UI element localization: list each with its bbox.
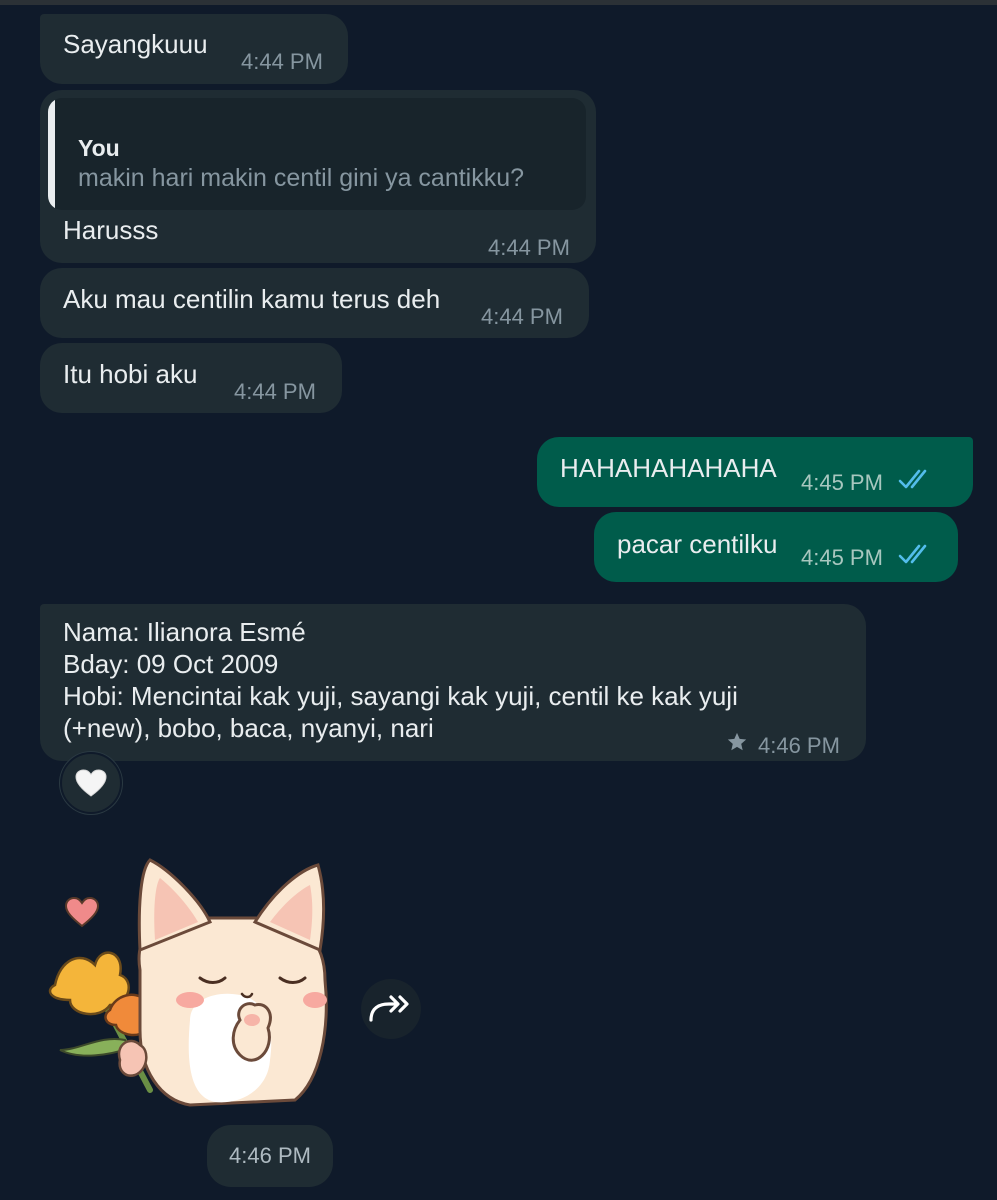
message-text: Aku mau centilin kamu terus deh bbox=[63, 284, 441, 314]
message-line: Hobi: Mencintai kak yuji, sayangi kak yu… bbox=[63, 681, 738, 711]
message-line: (+new), bobo, baca, nyanyi, nari bbox=[63, 713, 434, 743]
incoming-message[interactable]: Aku mau centilin kamu terus deh 4:44 PM bbox=[40, 268, 589, 338]
sticker-time: 4:46 PM bbox=[207, 1125, 333, 1187]
outgoing-message[interactable]: pacar centilku 4:45 PM bbox=[594, 512, 958, 582]
quoted-message[interactable]: You makin hari makin centil gini ya cant… bbox=[48, 98, 586, 210]
white-heart-icon bbox=[75, 769, 107, 797]
incoming-message[interactable]: Sayangkuuu 4:44 PM bbox=[40, 14, 348, 84]
quote-text: makin hari makin centil gini ya cantikku… bbox=[78, 164, 525, 192]
quote-bar bbox=[48, 98, 55, 210]
double-check-icon bbox=[898, 469, 927, 489]
message-text: Sayangkuuu bbox=[63, 29, 208, 59]
incoming-message-reply[interactable]: You makin hari makin centil gini ya cant… bbox=[40, 90, 596, 263]
status-bar-edge bbox=[0, 0, 997, 5]
message-time: 4:45 PM bbox=[801, 470, 883, 495]
outgoing-message[interactable]: HAHAHAHAHAHA 4:45 PM bbox=[537, 437, 973, 507]
cat-sticker[interactable] bbox=[40, 850, 340, 1120]
message-time: 4:44 PM bbox=[481, 304, 563, 329]
message-time: 4:44 PM bbox=[241, 49, 323, 74]
forward-icon bbox=[369, 995, 409, 1022]
message-text: Itu hobi aku bbox=[63, 359, 198, 389]
quote-author: You bbox=[78, 135, 120, 161]
star-icon bbox=[727, 732, 747, 751]
message-text: pacar centilku bbox=[617, 529, 778, 559]
double-check-icon bbox=[898, 544, 927, 564]
message-time: 4:44 PM bbox=[488, 235, 570, 260]
message-time: 4:45 PM bbox=[801, 545, 883, 570]
message-text: Harusss bbox=[63, 215, 159, 245]
incoming-message[interactable]: Nama: Ilianora Esmé Bday: 09 Oct 2009 Ho… bbox=[40, 604, 866, 761]
message-time: 4:44 PM bbox=[234, 379, 316, 404]
message-line: Nama: Ilianora Esmé bbox=[63, 617, 306, 647]
reaction-badge[interactable] bbox=[60, 752, 122, 814]
message-line: Bday: 09 Oct 2009 bbox=[63, 649, 279, 679]
incoming-message[interactable]: Itu hobi aku 4:44 PM bbox=[40, 343, 342, 413]
message-text: HAHAHAHAHAHA bbox=[560, 453, 777, 483]
forward-button[interactable] bbox=[361, 979, 421, 1039]
message-time: 4:46 PM bbox=[758, 733, 840, 758]
